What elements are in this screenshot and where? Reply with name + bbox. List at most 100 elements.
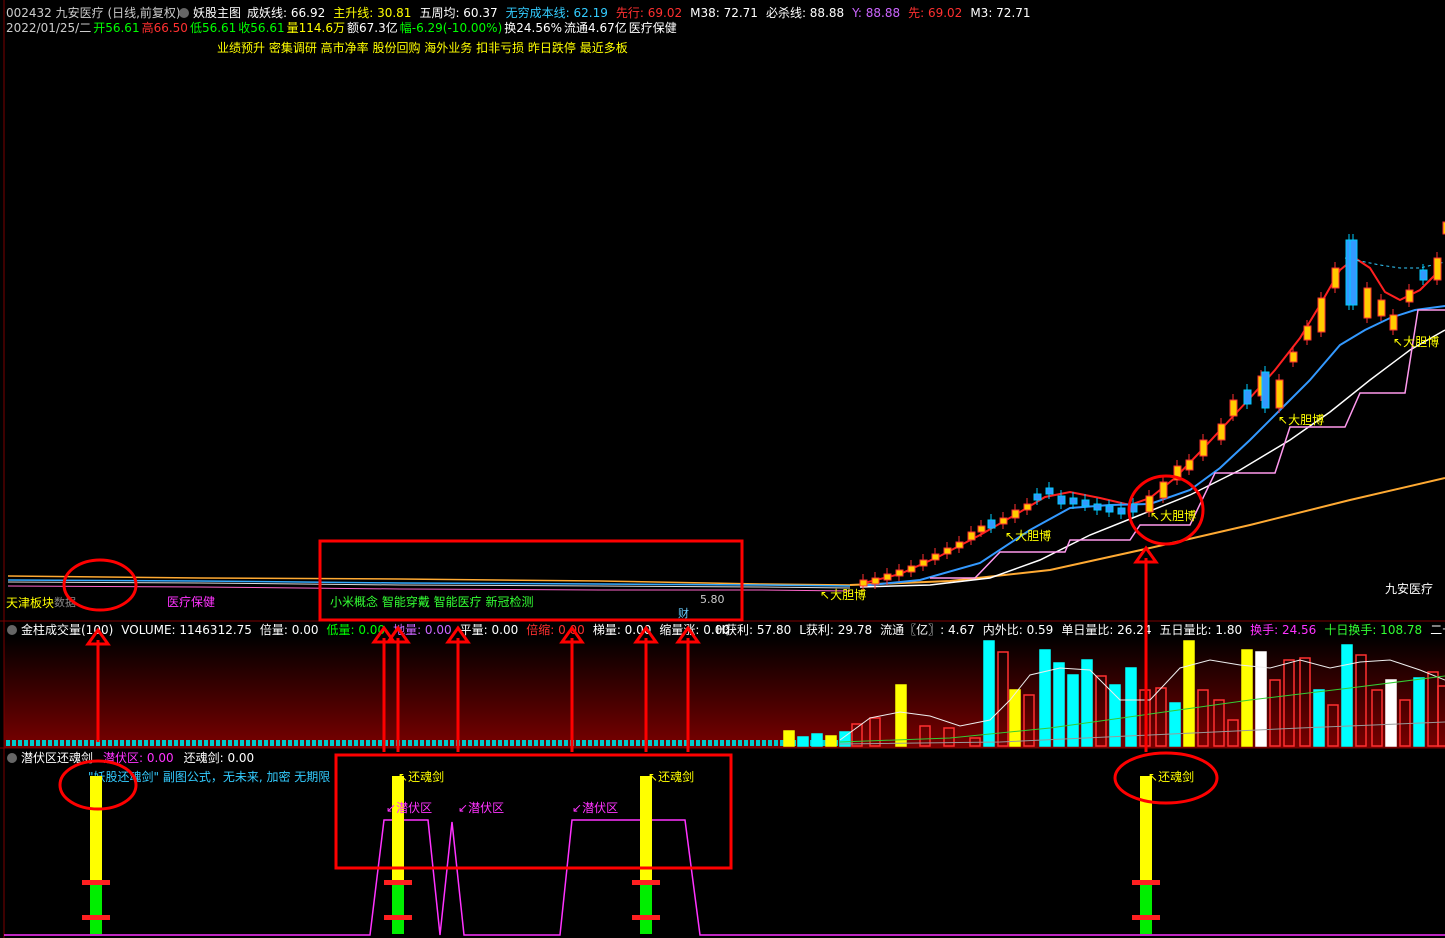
volume-bar (702, 740, 706, 746)
sword-handle (90, 884, 102, 934)
volume-bar (630, 740, 634, 746)
volume-indicator: 平量: 0.00 (460, 623, 519, 637)
volume-bar (432, 740, 436, 746)
chart-settings-icon[interactable] (179, 8, 189, 18)
candle-body (1419, 269, 1428, 281)
volume-bar (210, 740, 214, 746)
quote-field: 量114.6万 (287, 21, 345, 35)
candle-body (1317, 297, 1326, 333)
volume-bar (486, 740, 490, 746)
volume-stat: 内外比: 0.59 (983, 623, 1054, 637)
volume-bar (174, 740, 178, 746)
volume-stat: 单日量比: 26.24 (1061, 623, 1151, 637)
quote-field: 幅-6.29(-10.00%) (400, 20, 503, 35)
volume-bar (708, 740, 712, 746)
sword-guard (632, 880, 660, 885)
volume-bar (318, 740, 322, 746)
volume-bar (462, 740, 466, 746)
volume-bar (30, 740, 34, 746)
volume-indicator: 倍量: 0.00 (260, 622, 319, 637)
quote-field: 收56.61 (238, 21, 284, 35)
volume-settings-icon[interactable] (7, 625, 17, 635)
volume-bar (360, 740, 364, 746)
volume-bar (552, 740, 556, 746)
stock-chart-canvas[interactable]: 002432 九安医疗 (日线,前复权) 妖股主图 成妖线: 66.92 主升线:… (0, 0, 1445, 938)
volume-bar (54, 740, 58, 746)
candle-body (1045, 487, 1054, 495)
candle-body (1349, 239, 1358, 306)
volume-bar (774, 740, 778, 746)
volume-bar (294, 740, 298, 746)
sub-indicator: 还魂剑: 0.00 (184, 750, 255, 765)
sword-guard (384, 915, 412, 920)
candle-body (977, 525, 986, 533)
volume-bar (18, 740, 22, 746)
sword-blade (1140, 776, 1152, 882)
finance-marker: 财 (678, 606, 689, 620)
candle-body (1217, 423, 1226, 441)
candle-body (1275, 379, 1284, 409)
volume-bar (6, 740, 10, 746)
candle-body (1331, 267, 1340, 289)
sword-guard (82, 915, 110, 920)
volume-bar (1169, 702, 1181, 747)
volume-bar (78, 740, 82, 746)
candle-body (1011, 509, 1020, 519)
volume-bar (24, 740, 28, 746)
volume-bar (738, 740, 742, 746)
volume-bar (498, 740, 502, 746)
volume-bar (744, 740, 748, 746)
volume-bar (72, 740, 76, 746)
volume-bar (228, 740, 232, 746)
candle-body (1303, 325, 1312, 341)
indicator-value: M38: 72.71 (690, 6, 758, 20)
main-chart-name[interactable]: 妖股主图 (193, 6, 241, 20)
volume-bar (762, 740, 766, 746)
sword-guard (1132, 880, 1160, 885)
indicator-value: M3: 72.71 (970, 6, 1030, 20)
volume-bar (354, 740, 358, 746)
volume-bar (222, 740, 226, 746)
price-marker: 5.80 (700, 593, 725, 606)
sword-label: ↖还魂剑 (648, 769, 694, 784)
volume-bar (156, 740, 160, 746)
volume-bar (1039, 649, 1051, 747)
volume-bar (480, 740, 484, 746)
indicator-value: 无穷成本线: 62.19 (506, 5, 608, 20)
volume-bar (108, 740, 112, 746)
volume-bar (726, 740, 730, 746)
volume-bar (258, 740, 262, 746)
concept-tags-row: 业绩预升 密集调研 高市净率 股份回购 海外业务 扣非亏损 昨日跌停 最近多板 (217, 40, 628, 55)
volume-bar (768, 740, 772, 746)
volume-bar (60, 740, 64, 746)
volume-bar (402, 740, 406, 746)
volume-bar (474, 740, 478, 746)
indicator-value: 先行: 69.02 (616, 6, 682, 20)
indicator-value: Y: 88.88 (851, 6, 900, 20)
candle-body (1069, 497, 1078, 505)
volume-bar (372, 740, 376, 746)
candle-body (1389, 314, 1398, 331)
stock-code-name[interactable]: 002432 九安医疗 (日线,前复权) (6, 5, 181, 20)
volume-stat: 五日量比: 1.80 (1160, 623, 1243, 637)
volume-right-stats: H获利: 57.80 L获利: 29.78 流通〖亿〗: 4.67 内外比: 0.59… (716, 622, 1445, 637)
volume-bar (672, 740, 676, 746)
volume-bar (636, 740, 640, 746)
volume-stat: L获利: 29.78 (799, 623, 872, 637)
volume-bar (654, 740, 658, 746)
volume-bar (468, 740, 472, 746)
volume-bar (678, 740, 682, 746)
quote-field: 开56.61 (93, 21, 139, 35)
volume-bar (12, 740, 16, 746)
candle-body (871, 577, 880, 585)
volume-indicator-values: 金柱成交量(100) VOLUME: 1146312.75 倍量: 0.00 低量: … (21, 622, 730, 637)
volume-bar (582, 740, 586, 746)
sword-guard (1132, 915, 1160, 920)
sub-settings-icon[interactable] (7, 753, 17, 763)
volume-bar (204, 740, 208, 746)
quote-field: 低56.61 (190, 21, 236, 35)
main-indicator-values: 成妖线: 66.92 主升线: 30.81 五周均: 60.37 无穷成本线: 62.… (247, 5, 1031, 20)
volume-bar (612, 740, 616, 746)
candle-body (1405, 289, 1414, 303)
volume-bar (102, 740, 106, 746)
